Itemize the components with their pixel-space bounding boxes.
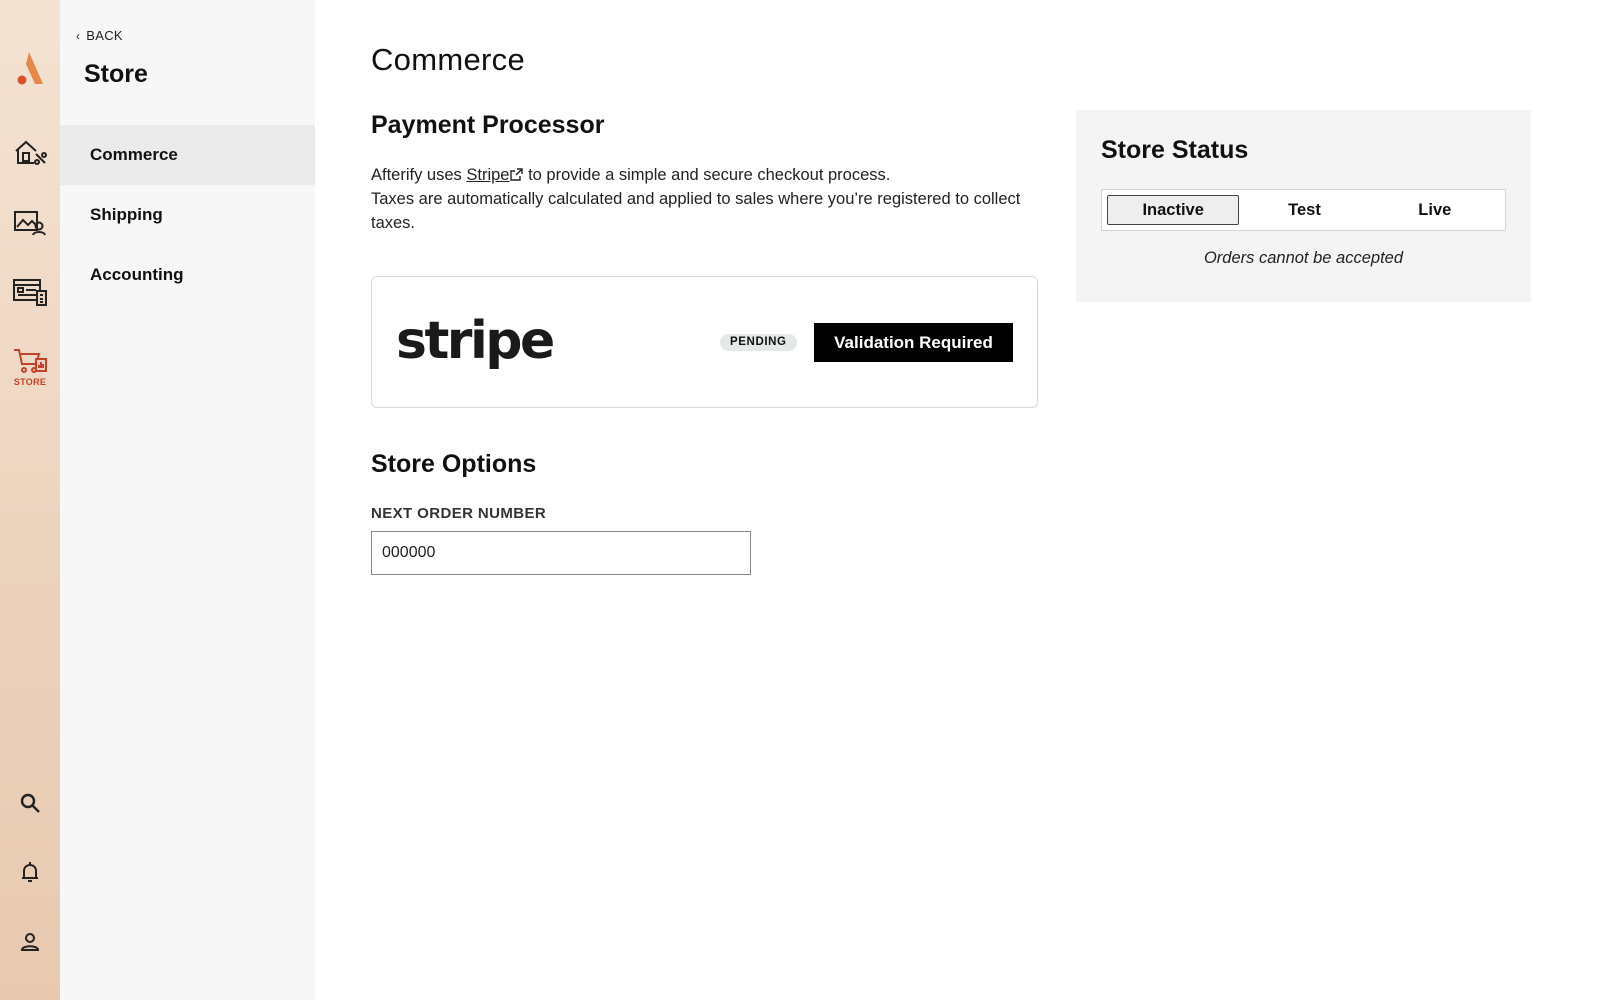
store-status-heading: Store Status (1101, 136, 1249, 164)
subnav-item-shipping[interactable]: Shipping (60, 185, 315, 245)
stripe-logo: stripe (396, 311, 555, 371)
store-options-heading: Store Options (371, 450, 537, 478)
status-note: Orders cannot be accepted (1203, 249, 1404, 267)
subnav-item-label: Commerce (90, 145, 178, 164)
stripe-link-text: Stripe (466, 166, 510, 184)
next-order-number-input[interactable] (371, 531, 751, 575)
desc-suffix: to provide a simple and secure checkout … (523, 166, 891, 184)
store-subnav: ‹ BACK Store Commerce Shipping Accountin… (60, 0, 315, 1000)
validation-required-button[interactable]: Validation Required (814, 323, 1013, 362)
subnav-item-label: Shipping (90, 205, 163, 224)
store-status-toggle: Inactive Test Live (1101, 189, 1506, 231)
search-icon[interactable] (0, 788, 60, 818)
chevron-left-icon: ‹ (76, 28, 81, 43)
invoices-icon[interactable] (0, 274, 60, 310)
status-badge: PENDING (720, 334, 797, 351)
properties-icon[interactable] (0, 134, 60, 170)
stripe-link[interactable]: Stripe (466, 166, 524, 184)
back-link[interactable]: ‹ BACK (76, 28, 123, 43)
payment-description: Afterify uses Stripe to provide a simple… (371, 163, 1041, 235)
store-status-card: Store Status Inactive Test Live Orders c… (1076, 110, 1531, 302)
back-label: BACK (86, 28, 123, 43)
bell-icon[interactable] (0, 858, 60, 888)
subnav-item-accounting[interactable]: Accounting (60, 245, 315, 305)
payment-processor-heading: Payment Processor (371, 111, 605, 139)
gallery-clients-icon[interactable] (0, 205, 60, 241)
icon-rail: STORE (0, 0, 60, 1000)
store-rail-label: STORE (13, 377, 47, 387)
external-link-icon (510, 168, 524, 181)
desc-prefix: Afterify uses (371, 166, 467, 184)
status-option-test[interactable]: Test (1239, 195, 1369, 225)
subnav-list: Commerce Shipping Accounting (60, 125, 315, 305)
desc-line2: Taxes are automatically calculated and a… (371, 190, 1021, 232)
subnav-item-commerce[interactable]: Commerce (60, 125, 315, 185)
store-nav-item[interactable]: STORE (0, 344, 60, 390)
subnav-item-label: Accounting (90, 265, 184, 284)
next-order-number-label: NEXT ORDER NUMBER (371, 505, 547, 522)
stripe-card: stripe PENDING Validation Required (371, 276, 1038, 408)
status-option-live[interactable]: Live (1370, 195, 1500, 225)
status-option-inactive[interactable]: Inactive (1107, 195, 1240, 225)
cart-icon (14, 349, 47, 373)
page-title: Commerce (371, 42, 525, 77)
subnav-title: Store (84, 60, 148, 88)
app-logo-icon[interactable] (0, 46, 60, 90)
user-icon[interactable] (0, 927, 60, 957)
